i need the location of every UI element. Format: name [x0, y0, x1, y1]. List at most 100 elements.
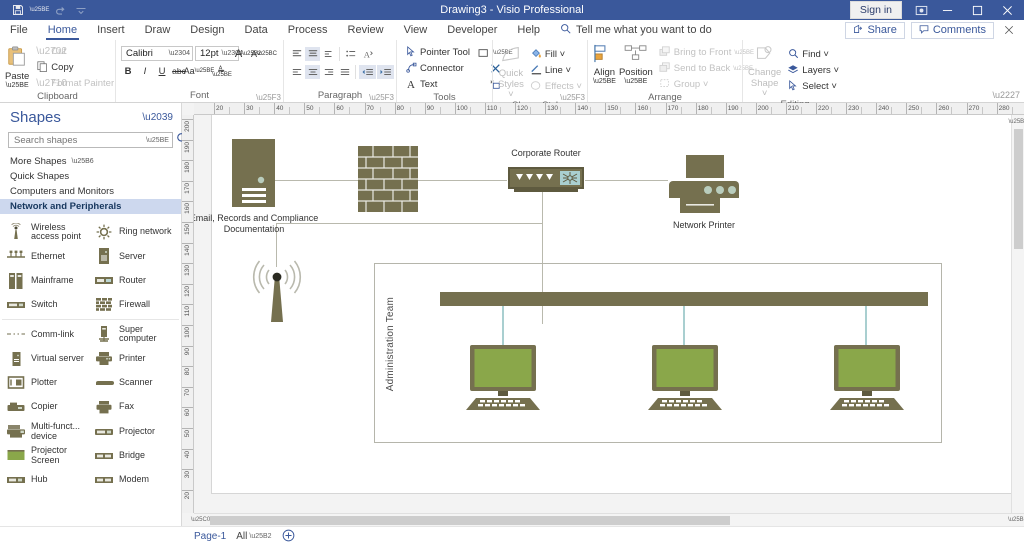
- line-button[interactable]: Line ˅: [527, 63, 585, 78]
- find-button[interactable]: Find ˅: [784, 47, 842, 62]
- close-ribbon-button[interactable]: [1000, 20, 1018, 40]
- shape-item-printer[interactable]: Printer: [90, 346, 178, 370]
- shape-item-ethernet[interactable]: Ethernet: [2, 244, 90, 268]
- cut-button[interactable]: \u2702 Cut: [33, 44, 117, 59]
- layers-button[interactable]: Layers ˅: [784, 63, 842, 78]
- quick-styles-button[interactable]: Quick Styles ˅: [498, 44, 524, 100]
- shape-item-firewall[interactable]: Firewall: [90, 293, 178, 317]
- tell-me-search[interactable]: Tell me what you want to do: [550, 20, 712, 40]
- collapse-panel-icon[interactable]: \u2039: [142, 112, 173, 123]
- horizontal-scroll-thumb[interactable]: [210, 516, 730, 525]
- shape-server-email-records[interactable]: [232, 139, 275, 210]
- shape-item-hub[interactable]: Hub: [2, 468, 90, 492]
- shape-styles-dialog-launcher-icon[interactable]: \u25F3: [560, 93, 585, 102]
- decrease-indent-button[interactable]: [359, 65, 376, 79]
- minimize-button[interactable]: [932, 0, 962, 20]
- justify-button[interactable]: [337, 65, 352, 79]
- comments-button[interactable]: Comments: [911, 22, 994, 39]
- align-middle-button[interactable]: [305, 47, 320, 61]
- align-right-button[interactable]: [321, 65, 336, 79]
- align-bottom-button[interactable]: [321, 47, 336, 61]
- shape-item-wireless-access-point[interactable]: Wireless access point: [2, 220, 90, 244]
- shape-item-scanner[interactable]: Scanner: [90, 371, 178, 395]
- bullets-button[interactable]: [343, 47, 358, 61]
- customize-qat-icon[interactable]: [71, 1, 91, 19]
- stencil-computers-and-monitors[interactable]: Computers and Monitors: [0, 184, 181, 199]
- search-shapes-input[interactable]: [14, 135, 146, 146]
- horizontal-scrollbar[interactable]: \u25C0 \u25B6: [194, 513, 1024, 526]
- shape-item-multifunction-device[interactable]: Multi-funct... device: [2, 419, 90, 443]
- tab-data[interactable]: Data: [235, 20, 278, 40]
- text-direction-button[interactable]: A: [359, 47, 377, 61]
- connector-bus-pc1[interactable]: [502, 306, 504, 347]
- select-button[interactable]: Select ˅: [784, 79, 842, 94]
- stencil-network-and-peripherals[interactable]: Network and Peripherals: [0, 199, 181, 214]
- increase-indent-button[interactable]: [377, 65, 394, 79]
- connector-firewall-router[interactable]: [417, 180, 507, 181]
- shape-item-mainframe[interactable]: Mainframe: [2, 269, 90, 293]
- shape-item-router[interactable]: Router: [90, 269, 178, 293]
- stencil-more-shapes[interactable]: More Shapes \u25B6: [0, 154, 181, 169]
- shape-item-modem[interactable]: Modem: [90, 468, 178, 492]
- scroll-left-icon[interactable]: \u25C0: [194, 514, 207, 527]
- tab-help[interactable]: Help: [507, 20, 550, 40]
- connector-server-firewall[interactable]: [272, 180, 358, 181]
- shape-item-server[interactable]: Server: [90, 244, 178, 268]
- copy-button[interactable]: Copy: [33, 60, 117, 75]
- collapse-ribbon-icon[interactable]: \u2227: [992, 90, 1020, 100]
- tab-developer[interactable]: Developer: [437, 20, 507, 40]
- tab-process[interactable]: Process: [278, 20, 338, 40]
- shape-item-fax[interactable]: Fax: [90, 395, 178, 419]
- connector-router-printer[interactable]: [585, 180, 668, 181]
- vertical-ruler[interactable]: 2001901801701601501401301201101009080706…: [182, 115, 194, 513]
- shape-computer-2[interactable]: [640, 345, 730, 415]
- paragraph-dialog-launcher-icon[interactable]: \u25F3: [369, 93, 394, 102]
- paste-caret-icon[interactable]: \u25BE: [6, 83, 29, 89]
- align-left-button[interactable]: [289, 65, 304, 79]
- position-button[interactable]: Position \u25BE: [619, 43, 653, 85]
- horizontal-ruler[interactable]: 2030405060708090100110120130140150160170…: [194, 103, 1024, 115]
- position-caret-icon[interactable]: \u25BE: [624, 79, 647, 85]
- scroll-right-icon[interactable]: \u25B6: [1011, 514, 1024, 527]
- save-icon[interactable]: [8, 1, 28, 19]
- tab-review[interactable]: Review: [338, 20, 394, 40]
- tab-file[interactable]: File: [0, 20, 38, 40]
- tab-insert[interactable]: Insert: [87, 20, 135, 40]
- search-shapes-box[interactable]: \u25BE: [8, 132, 173, 148]
- vertical-scroll-thumb[interactable]: [1014, 129, 1023, 249]
- align-center-button[interactable]: [305, 65, 320, 79]
- vertical-scrollbar[interactable]: \u25B2: [1011, 115, 1024, 513]
- shape-item-virtual-server[interactable]: Virtual server: [2, 346, 90, 370]
- underline-button[interactable]: U: [155, 64, 169, 78]
- stencil-quick-shapes[interactable]: Quick Shapes: [0, 169, 181, 184]
- shape-item-projector-screen[interactable]: Projector Screen: [2, 444, 90, 468]
- redo-icon[interactable]: [50, 1, 70, 19]
- sign-in-button[interactable]: Sign in: [850, 1, 902, 19]
- paste-button[interactable]: Paste \u25BE: [5, 44, 29, 89]
- shape-firewall[interactable]: [358, 146, 418, 215]
- connector-button[interactable]: Connector: [402, 61, 473, 76]
- change-shape-button[interactable]: Change Shape ˅: [748, 44, 781, 99]
- maximize-button[interactable]: [962, 0, 992, 20]
- share-button[interactable]: Share: [845, 22, 904, 39]
- scroll-up-icon[interactable]: \u25B2: [1012, 115, 1024, 128]
- tab-draw[interactable]: Draw: [135, 20, 181, 40]
- account-icon[interactable]: [910, 0, 932, 20]
- tab-home[interactable]: Home: [38, 20, 87, 40]
- italic-button[interactable]: I: [138, 64, 152, 78]
- shape-item-plotter[interactable]: Plotter: [2, 371, 90, 395]
- pointer-tool-button[interactable]: Pointer Tool: [402, 45, 473, 60]
- tab-view[interactable]: View: [394, 20, 438, 40]
- change-case-button[interactable]: Aa\u25BE: [189, 64, 209, 78]
- shape-network-printer[interactable]: [668, 155, 740, 218]
- chevron-down-icon[interactable]: \u25BE: [146, 137, 169, 144]
- shape-computer-1[interactable]: [458, 345, 548, 415]
- font-family-combo[interactable]: Calibri \u2304: [121, 46, 193, 61]
- shape-computer-3[interactable]: [822, 345, 912, 415]
- shape-item-projector[interactable]: Projector: [90, 419, 178, 443]
- shape-item-comm-link[interactable]: Comm-link: [2, 322, 90, 346]
- shape-corporate-router[interactable]: [506, 167, 586, 197]
- shape-item-ring-network[interactable]: Ring network: [90, 220, 178, 244]
- shape-item-switch[interactable]: Switch: [2, 293, 90, 317]
- effects-button[interactable]: Effects ˅: [527, 79, 585, 94]
